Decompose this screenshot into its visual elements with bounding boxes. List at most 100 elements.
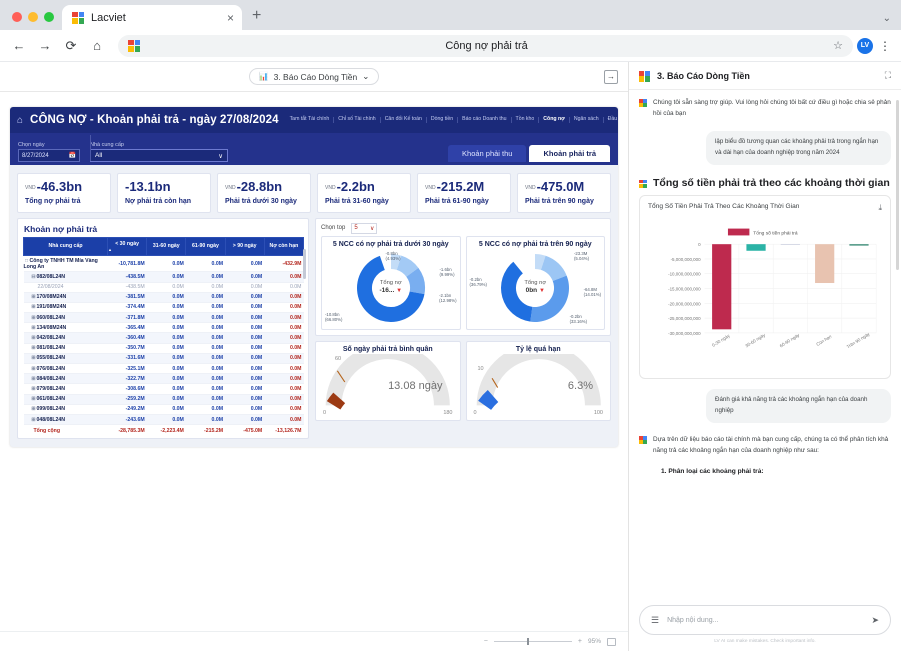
- table-row[interactable]: ⊞079/08L24N -308.6M 0.0M 0.0M 0.0M 0.0M: [23, 383, 304, 395]
- date-input[interactable]: 8/27/2024 📅: [18, 149, 80, 162]
- table-row[interactable]: ⊞076/08L24N -325.1M 0.0M 0.0M 0.0M 0.0M: [23, 363, 304, 375]
- zoom-slider-knob[interactable]: [527, 638, 530, 645]
- table-row[interactable]: ⊞084/08L24N -322.7M 0.0M 0.0M 0.0M 0.0M: [23, 373, 304, 385]
- back-icon[interactable]: ←: [8, 35, 30, 57]
- profile-avatar[interactable]: LV: [857, 37, 873, 54]
- close-tab-icon[interactable]: ×: [227, 12, 234, 24]
- expand-toggle-icon[interactable]: □: [24, 258, 30, 264]
- dashboard-tab-1[interactable]: Khoản phải trả: [529, 145, 610, 162]
- calendar-icon[interactable]: 📅: [69, 152, 76, 159]
- forward-icon[interactable]: →: [34, 35, 56, 57]
- table-row[interactable]: ⊞048/08L24N -243.6M 0.0M 0.0M 0.0M 0.0M: [23, 414, 304, 426]
- table-row[interactable]: ⊞060/08L24N -371.8M 0.0M 0.0M 0.0M 0.0M: [23, 312, 304, 324]
- table-header-cell[interactable]: < 30 ngày ▴: [106, 236, 148, 257]
- table-cell-value: 0.0M: [264, 373, 304, 385]
- minimize-window-button[interactable]: [28, 12, 38, 22]
- expand-toggle-icon[interactable]: ⊞: [31, 366, 37, 372]
- expand-toggle-icon[interactable]: ⊞: [31, 386, 37, 392]
- download-icon[interactable]: ⤓: [878, 203, 882, 213]
- table-row[interactable]: ⊞055/08L24N -331.6M 0.0M 0.0M 0.0M 0.0M: [23, 353, 304, 365]
- table-cell-value: 0.0M: [225, 343, 265, 354]
- reload-icon[interactable]: ⟳: [60, 35, 82, 57]
- send-icon[interactable]: ➤: [871, 615, 879, 626]
- browser-menu-icon[interactable]: ⋮: [877, 39, 893, 53]
- table-row[interactable]: ⊞134/08M24N -365.4M 0.0M 0.0M 0.0M 0.0M: [23, 322, 304, 334]
- expand-toggle-icon[interactable]: ⊞: [31, 376, 37, 382]
- top-selector-card: Chọn top 5 ∨ 5 NCC có nợ phải trả dưới 3…: [315, 217, 611, 336]
- address-bar[interactable]: Công nợ phải trả ☆: [118, 34, 853, 57]
- new-tab-button[interactable]: +: [242, 8, 269, 30]
- expand-toggle-icon[interactable]: ⊞: [31, 417, 37, 423]
- browser-tab[interactable]: Lacviet ×: [62, 5, 242, 30]
- ai-input-placeholder[interactable]: Nhập nội dung...: [667, 617, 863, 624]
- dashboard-tab-0[interactable]: Khoản phải thu: [448, 145, 527, 162]
- expand-toggle-icon[interactable]: ⊞: [31, 304, 37, 310]
- table-row[interactable]: ⊞191/08M24N -374.4M 0.0M 0.0M 0.0M 0.0M: [23, 302, 304, 314]
- dashboard-nav-item-0[interactable]: Tam tắt Tài chính: [286, 117, 334, 122]
- dashboard-nav-item-4[interactable]: Báo cáo Doanh thu: [457, 117, 510, 123]
- expand-toggle-icon[interactable]: ⊞: [31, 406, 37, 412]
- dashboard-nav-item-2[interactable]: Cân đối Kế toán: [379, 117, 426, 123]
- top-selector-input[interactable]: 5 ∨: [351, 222, 378, 234]
- table-cell-value: 0.0M: [264, 414, 304, 426]
- svg-text:-30,000,000,000: -30,000,000,000: [668, 331, 701, 336]
- table-row[interactable]: ⊞081/08L24N -350.7M 0.0M 0.0M 0.0M 0.0M: [23, 343, 304, 354]
- table-header-cell[interactable]: > 90 ngày: [224, 236, 265, 257]
- supplier-select[interactable]: All ∨: [90, 149, 228, 162]
- table-cell-value: 0.0M: [185, 353, 226, 365]
- maximize-window-button[interactable]: [44, 12, 54, 22]
- ai-scrollbar[interactable]: [896, 100, 899, 270]
- kpi-value: VND-28.8bn: [225, 179, 283, 194]
- table-row[interactable]: ⊟082/08L24N -438.5M 0.0M 0.0M 0.0M 0.0M: [23, 271, 304, 283]
- table-header-cell[interactable]: 61-90 ngày: [185, 236, 226, 257]
- dashboard-nav-item-8[interactable]: Đầu tư: [602, 117, 618, 123]
- bookmark-star-icon[interactable]: ☆: [833, 39, 843, 52]
- dashboard-nav-item-7[interactable]: Ngân sách: [568, 117, 603, 123]
- expand-toggle-icon[interactable]: ⊞: [31, 315, 37, 321]
- debt-table-panel: Khoản nợ phải trả Nhà cung cấp < 30 ngày ▴…: [17, 217, 309, 439]
- breadcrumb[interactable]: 📊 3. Báo Cáo Dòng Tiền ⌄: [248, 68, 380, 85]
- table-header-cell[interactable]: Nợ còn hạn: [263, 236, 305, 257]
- fit-to-page-icon[interactable]: [607, 637, 616, 646]
- menu-icon[interactable]: ☰: [651, 615, 659, 625]
- table-header-cell[interactable]: 31-60 ngày: [146, 236, 187, 257]
- chevron-down-icon[interactable]: ∨: [218, 152, 223, 160]
- collapse-panel-icon[interactable]: →: [604, 69, 618, 84]
- expand-toggle-icon[interactable]: ⊞: [31, 355, 37, 361]
- ai-input-box[interactable]: ☰ Nhập nội dung... ➤: [639, 605, 891, 635]
- dashboard-nav-item-1[interactable]: Chỉ số Tài chính: [333, 117, 379, 123]
- home-icon[interactable]: ⌂: [86, 35, 108, 57]
- window-controls[interactable]: [8, 12, 62, 30]
- expand-icon[interactable]: ⛶: [885, 70, 891, 81]
- expand-toggle-icon[interactable]: ⊞: [31, 325, 37, 331]
- table-row[interactable]: ⊞170/08M24N -381.5M 0.0M 0.0M 0.0M 0.0M: [23, 292, 304, 303]
- table-cell-value: -10,781.8M: [107, 255, 147, 273]
- table-header-cell[interactable]: Nhà cung cấp: [23, 236, 108, 257]
- tabstrip-menu-icon[interactable]: ⌄: [883, 13, 901, 30]
- table-row[interactable]: ⊞099/08L24N -249.2M 0.0M 0.0M 0.0M 0.0M: [23, 404, 304, 415]
- expand-toggle-icon[interactable]: ⊟: [31, 274, 37, 280]
- close-window-button[interactable]: [12, 12, 22, 22]
- expand-toggle-icon[interactable]: ⊞: [31, 396, 37, 402]
- table-row[interactable]: 22/08/2024 -438.5M 0.0M 0.0M 0.0M 0.0M: [23, 282, 304, 293]
- panel-toggle[interactable]: →: [604, 69, 618, 84]
- zoom-out-button[interactable]: −: [484, 638, 488, 645]
- chevron-down-icon[interactable]: ⌄: [362, 71, 369, 82]
- table-cell-value: 0.0M: [146, 373, 186, 385]
- kpi-row: VND-46.3bn Tổng nợ phải trả -13.1bn Nợ p…: [10, 165, 618, 218]
- dashboard-home-icon[interactable]: ⌂: [17, 114, 23, 127]
- zoom-slider[interactable]: [493, 638, 572, 645]
- dashboard-nav-item-5[interactable]: Tồn kho: [510, 117, 539, 123]
- table-row[interactable]: □Công ty TNHH TM Mía Vàng Long An -10,78…: [23, 255, 304, 273]
- zoom-in-button[interactable]: +: [578, 638, 582, 645]
- top-selector[interactable]: Chọn top 5 ∨: [321, 222, 605, 234]
- expand-toggle-icon[interactable]: ⊞: [31, 294, 37, 300]
- dashboard-nav-item-3[interactable]: Dòng tiền: [425, 117, 457, 123]
- dashboard-nav-item-6[interactable]: Công nợ: [538, 117, 569, 123]
- expand-toggle-icon[interactable]: ⊞: [31, 335, 37, 341]
- expand-toggle-icon[interactable]: ⊞: [31, 345, 37, 351]
- table-row[interactable]: ⊞061/08L24N -259.2M 0.0M 0.0M 0.0M 0.0M: [23, 394, 304, 405]
- chevron-down-icon[interactable]: ∨: [370, 225, 374, 232]
- table-row[interactable]: ⊞042/08L24N -360.4M 0.0M 0.0M 0.0M 0.0M: [23, 332, 304, 344]
- table-scrollbar[interactable]: [303, 248, 306, 279]
